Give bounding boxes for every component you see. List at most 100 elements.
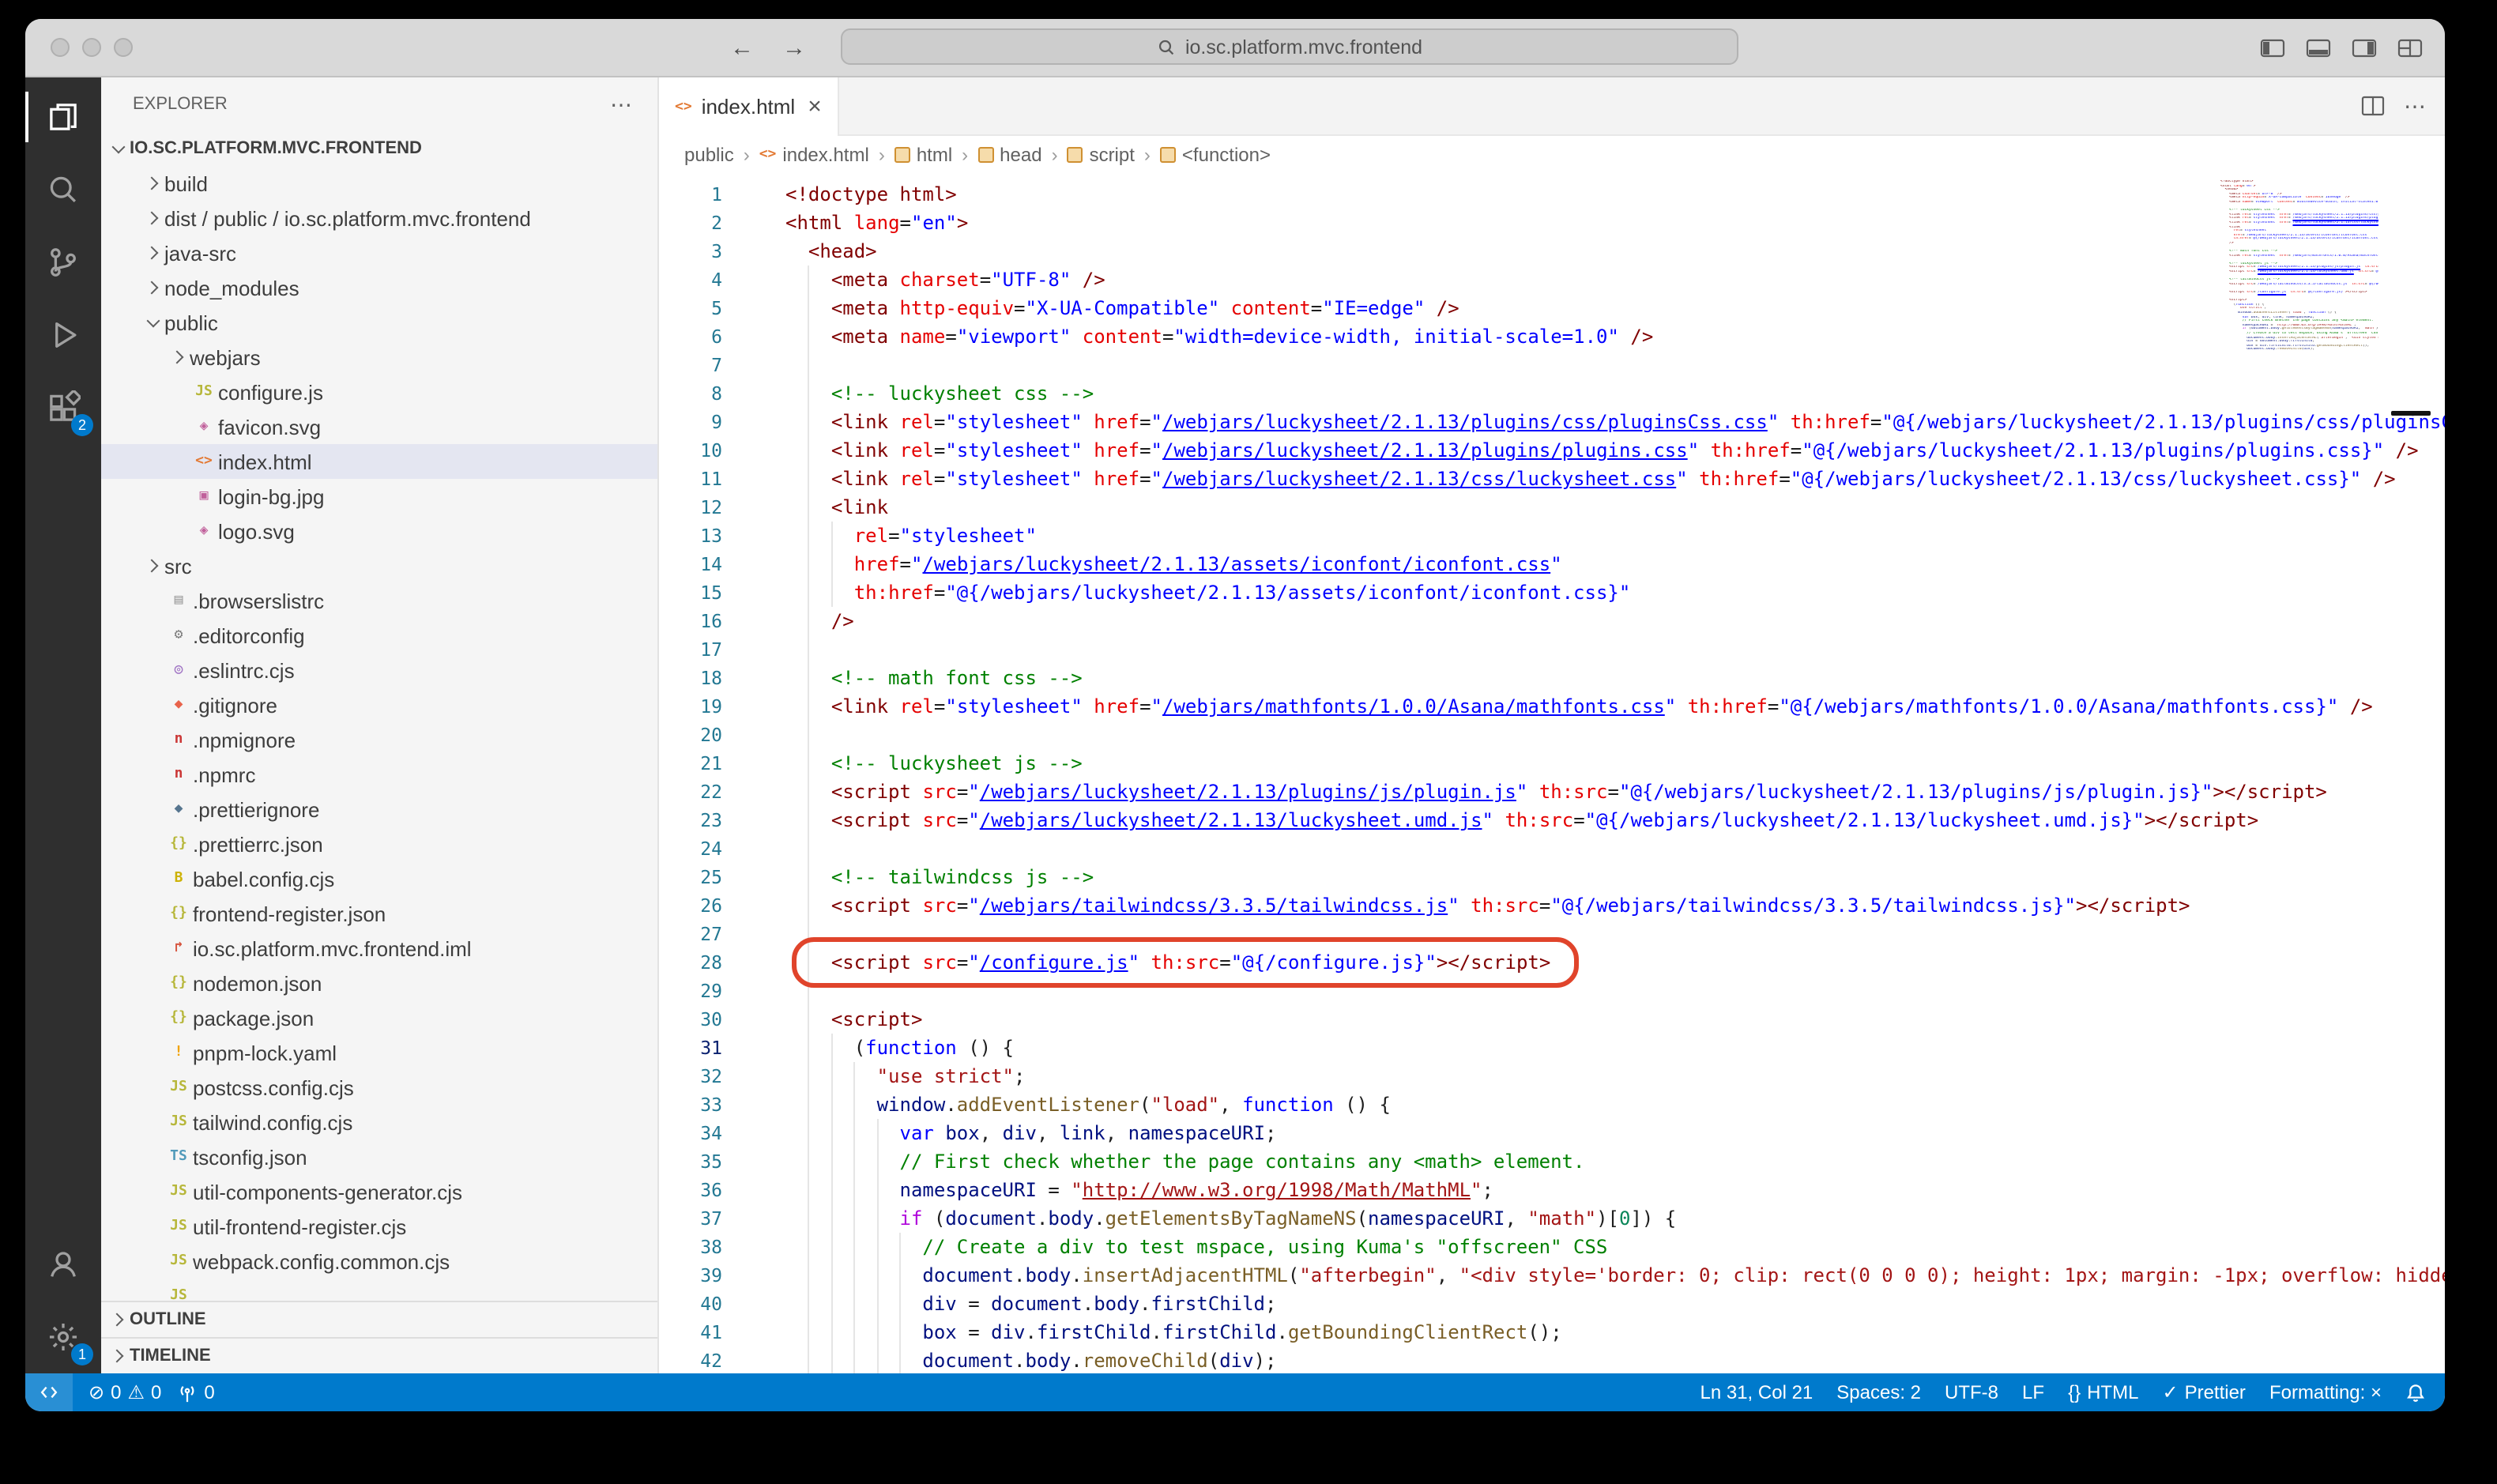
tree-item-.eslintrc.cjs[interactable]: ◎.eslintrc.cjs	[101, 653, 657, 687]
ports-status[interactable]: 0	[177, 1381, 214, 1403]
line-number[interactable]: 36	[659, 1176, 722, 1204]
command-center[interactable]: io.sc.platform.mvc.frontend	[841, 28, 1738, 65]
code-line[interactable]: 25 <!-- tailwindcss js -->	[659, 863, 2445, 891]
breadcrumb-item[interactable]: script	[1068, 144, 1135, 166]
line-number[interactable]: 39	[659, 1261, 722, 1290]
split-editor-icon[interactable]	[2361, 95, 2385, 117]
line-number[interactable]: 8	[659, 379, 722, 408]
code-line[interactable]: 42 document.body.removeChild(div);	[659, 1347, 2445, 1373]
code-line[interactable]: 38 // Create a div to test mspace, using…	[659, 1233, 2445, 1261]
line-number[interactable]: 16	[659, 607, 722, 635]
tree-item-src[interactable]: src	[101, 548, 657, 583]
toggle-sidebar-icon[interactable]	[2260, 37, 2285, 58]
line-number[interactable]: 11	[659, 465, 722, 493]
code-line[interactable]: 15 th:href="@{/webjars/luckysheet/2.1.13…	[659, 578, 2445, 607]
tree-item-postcss.config.cjs[interactable]: JSpostcss.config.cjs	[101, 1070, 657, 1105]
run-debug-icon[interactable]	[25, 299, 101, 371]
code-line[interactable]: 16 />	[659, 607, 2445, 635]
explorer-more-actions-icon[interactable]: ⋯	[610, 91, 632, 118]
code-line[interactable]: 9 <link rel="stylesheet" href="/webjars/…	[659, 408, 2445, 436]
line-number[interactable]: 28	[659, 948, 722, 977]
explorer-icon[interactable]	[25, 81, 101, 153]
tree-item-.editorconfig[interactable]: ⚙.editorconfig	[101, 618, 657, 653]
line-number[interactable]: 21	[659, 749, 722, 778]
code-line[interactable]: 6 <meta name="viewport" content="width=d…	[659, 322, 2445, 351]
code-line[interactable]: 11 <link rel="stylesheet" href="/webjars…	[659, 465, 2445, 493]
tree-item-favicon.svg[interactable]: ◈favicon.svg	[101, 409, 657, 444]
line-number[interactable]: 24	[659, 834, 722, 863]
minimize-window-button[interactable]	[82, 38, 101, 57]
tree-item-index.html[interactable]: <>index.html	[101, 444, 657, 479]
eol-sequence[interactable]: LF	[2022, 1381, 2044, 1403]
language-mode[interactable]: {} HTML	[2068, 1381, 2138, 1403]
forward-button[interactable]: →	[782, 34, 806, 61]
back-button[interactable]: ←	[730, 34, 754, 61]
tree-item-login-bg.jpg[interactable]: ▣login-bg.jpg	[101, 479, 657, 514]
line-number[interactable]: 34	[659, 1119, 722, 1147]
line-number[interactable]: 31	[659, 1034, 722, 1062]
code-line[interactable]: 4 <meta charset="UTF-8" />	[659, 266, 2445, 294]
line-number[interactable]: 41	[659, 1318, 722, 1347]
code-line[interactable]: 12 <link	[659, 493, 2445, 522]
code-line[interactable]: 36 namespaceURI = "http://www.w3.org/199…	[659, 1176, 2445, 1204]
line-number[interactable]: 35	[659, 1147, 722, 1176]
code-line[interactable]: 8 <!-- luckysheet css -->	[659, 379, 2445, 408]
code-line[interactable]: 30 <script>	[659, 1005, 2445, 1034]
code-line[interactable]: 3 <head>	[659, 237, 2445, 266]
code-line[interactable]: 21 <!-- luckysheet js -->	[659, 749, 2445, 778]
code-line[interactable]: 17	[659, 635, 2445, 664]
breadcrumb-item[interactable]: public	[684, 144, 734, 166]
timeline-section-header[interactable]: TIMELINE	[101, 1337, 657, 1373]
line-number[interactable]: 25	[659, 863, 722, 891]
tree-item-.gitignore[interactable]: ◆.gitignore	[101, 687, 657, 722]
line-number[interactable]: 13	[659, 522, 722, 550]
tree-item-nodemon.json[interactable]: {}nodemon.json	[101, 966, 657, 1000]
code-line[interactable]: 28 <script src="/configure.js" th:src="@…	[659, 948, 2445, 977]
source-control-icon[interactable]	[25, 226, 101, 299]
toggle-secondary-sidebar-icon[interactable]	[2352, 37, 2377, 58]
tree-item-.browserslistrc[interactable]: ▤.browserslistrc	[101, 583, 657, 618]
code-line[interactable]: 35 // First check whether the page conta…	[659, 1147, 2445, 1176]
line-number[interactable]: 37	[659, 1204, 722, 1233]
breadcrumb-item[interactable]: head	[977, 144, 1041, 166]
tree-item-configure.js[interactable]: JSconfigure.js	[101, 375, 657, 409]
tree-item-webpack.config.common.cjs[interactable]: JSwebpack.config.common.cjs	[101, 1244, 657, 1279]
code-line[interactable]: 10 <link rel="stylesheet" href="/webjars…	[659, 436, 2445, 465]
tree-item-logo.svg[interactable]: ◈logo.svg	[101, 514, 657, 548]
tree-item-java-src[interactable]: java-src	[101, 235, 657, 270]
code-line[interactable]: 24	[659, 834, 2445, 863]
tree-item-.npmrc[interactable]: n.npmrc	[101, 757, 657, 792]
code-line[interactable]: 1<!doctype html>	[659, 180, 2445, 209]
code-line[interactable]: 41 box = div.firstChild.firstChild.getBo…	[659, 1318, 2445, 1347]
line-number[interactable]: 17	[659, 635, 722, 664]
notifications-bell[interactable]	[2405, 1382, 2426, 1403]
line-number[interactable]: 10	[659, 436, 722, 465]
line-number[interactable]: 9	[659, 408, 722, 436]
editor-more-actions-icon[interactable]: ⋯	[2404, 92, 2426, 119]
search-view-icon[interactable]	[25, 153, 101, 226]
tree-item-build[interactable]: build	[101, 166, 657, 201]
tree-item-pnpm-lock.yaml[interactable]: !pnpm-lock.yaml	[101, 1035, 657, 1070]
project-root-header[interactable]: IO.SC.PLATFORM.MVC.FRONTEND	[101, 131, 657, 166]
account-icon[interactable]	[25, 1228, 101, 1301]
code-line[interactable]: 19 <link rel="stylesheet" href="/webjars…	[659, 692, 2445, 721]
tree-item-frontend-register.json[interactable]: {}frontend-register.json	[101, 896, 657, 931]
cursor-position[interactable]: Ln 31, Col 21	[1700, 1381, 1813, 1403]
line-number[interactable]: 5	[659, 294, 722, 322]
tree-item-util-components-generator.cjs[interactable]: JSutil-components-generator.cjs	[101, 1174, 657, 1209]
toggle-panel-icon[interactable]	[2306, 37, 2331, 58]
code-line[interactable]: 31 (function () {	[659, 1034, 2445, 1062]
code-line[interactable]: 7	[659, 351, 2445, 379]
extensions-icon[interactable]: 2	[25, 371, 101, 444]
line-number[interactable]: 32	[659, 1062, 722, 1090]
line-number[interactable]: 33	[659, 1090, 722, 1119]
tree-item-io.sc.platform.mvc.frontend.iml[interactable]: ↱io.sc.platform.mvc.frontend.iml	[101, 931, 657, 966]
code-line[interactable]: 23 <script src="/webjars/luckysheet/2.1.…	[659, 806, 2445, 834]
line-number[interactable]: 38	[659, 1233, 722, 1261]
line-number[interactable]: 20	[659, 721, 722, 749]
line-number[interactable]: 40	[659, 1290, 722, 1318]
line-number[interactable]: 30	[659, 1005, 722, 1034]
line-number[interactable]: 3	[659, 237, 722, 266]
tree-item-dist / public / io.sc.platform.mvc.frontend[interactable]: dist / public / io.sc.platform.mvc.front…	[101, 201, 657, 235]
line-number[interactable]: 29	[659, 977, 722, 1005]
